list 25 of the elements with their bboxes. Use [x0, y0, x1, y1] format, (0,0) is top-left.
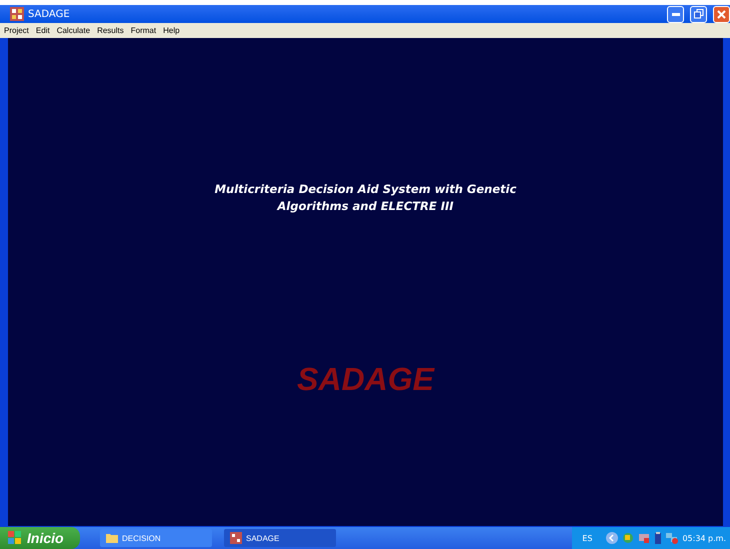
- menu-item[interactable]: Format: [130, 26, 156, 35]
- minimize-icon: [672, 12, 680, 16]
- logo-text: SADAGE: [297, 361, 434, 398]
- menu-item[interactable]: Project: [4, 26, 29, 35]
- folder-icon: [106, 533, 118, 543]
- battery-icon[interactable]: [654, 532, 662, 544]
- menu-item[interactable]: Edit: [36, 26, 50, 35]
- chevron-icon[interactable]: [606, 532, 618, 544]
- app-icon: [10, 7, 24, 21]
- clock: 05:34 p.m.: [682, 534, 726, 542]
- restore-button[interactable]: [690, 6, 707, 22]
- minimize-button[interactable]: [667, 6, 684, 22]
- start-button[interactable]: Inicio: [0, 527, 80, 549]
- restore-icon: [694, 9, 704, 19]
- windows-logo-icon: [8, 531, 22, 545]
- taskbar-button[interactable]: DECISION: [100, 529, 212, 547]
- close-button[interactable]: [713, 6, 730, 22]
- heading: Multicriteria Decision Aid System with Genetic Algorithms and ELECTRE III: [214, 181, 518, 215]
- taskbar-button[interactable]: SADAGE: [224, 529, 336, 547]
- app-icon: [230, 532, 242, 544]
- menu-item[interactable]: Results: [97, 26, 124, 35]
- menu-item[interactable]: Help: [163, 26, 180, 35]
- menu-item[interactable]: Calculate: [56, 26, 90, 35]
- window-title: SADAGE: [28, 8, 70, 20]
- close-icon: [717, 10, 726, 18]
